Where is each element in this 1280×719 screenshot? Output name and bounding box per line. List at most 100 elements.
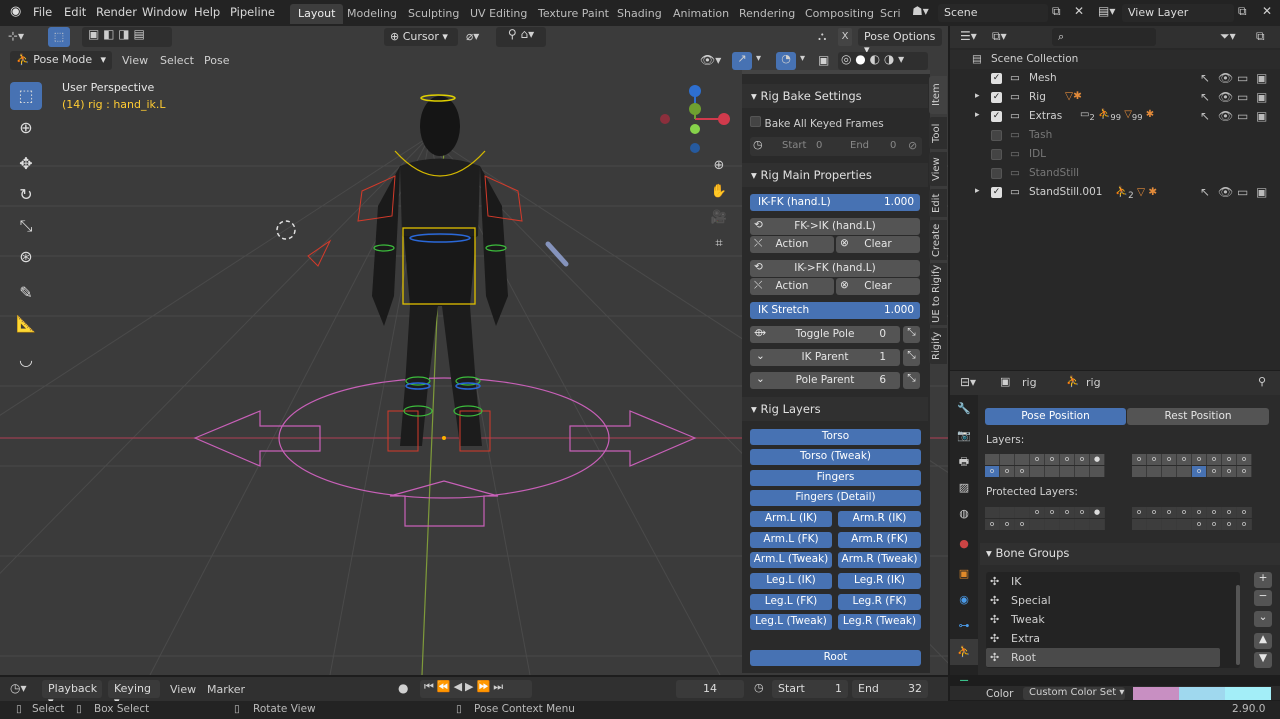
rig-layers-header[interactable]: ▾ Rig Layers (742, 397, 928, 421)
overlay-icon[interactable]: ◔ (776, 52, 796, 70)
layer-arm-r-fk-button[interactable]: Arm.R (FK) (838, 532, 921, 548)
add-group-button[interactable]: + (1254, 572, 1272, 588)
bake-all-checkbox[interactable] (750, 116, 761, 127)
list-item[interactable]: ✣ Special (986, 591, 1240, 610)
tash-checkbox[interactable] (991, 130, 1002, 141)
transform-orientation-icon[interactable]: ⌀▾ (466, 29, 479, 43)
mesh-checkbox[interactable]: ✓ (991, 73, 1002, 84)
new-collection-icon[interactable]: ⧉ (1256, 29, 1265, 44)
bake-all-checkbox-row[interactable]: Bake All Keyed Frames (750, 116, 926, 132)
tab-texture-paint[interactable]: Texture Paint (530, 4, 617, 24)
selection-mode-icons[interactable]: ▣ ◧ ◨ ▤ (82, 27, 172, 47)
scale-tool-icon[interactable]: ⤡ (10, 212, 42, 240)
fk-ik-action-button[interactable]: ⤬ Action (750, 236, 834, 253)
menu-help[interactable]: Help (194, 5, 220, 19)
record-icon[interactable]: ● (398, 681, 408, 695)
timeline-view-menu[interactable]: View (170, 683, 196, 696)
mode-dropdown[interactable]: ⛹ Pose Mode ▾ (10, 51, 112, 70)
blender-logo-icon[interactable]: ◉ (10, 4, 21, 19)
ik-fk-clear-button[interactable]: ⊗ Clear (836, 278, 920, 295)
camera-icon[interactable]: ▣ (1256, 109, 1267, 123)
scene-name-field[interactable]: Scene (938, 4, 1048, 22)
toggle-pole-field[interactable]: ⟴ Toggle Pole 0 (750, 326, 900, 343)
select-mode-icon[interactable]: ⬚ (48, 27, 70, 47)
output-tab-icon[interactable]: 🖶 (950, 449, 978, 475)
preview-range-icon[interactable]: ◷ (754, 681, 764, 694)
layer-root-button[interactable]: Root (750, 650, 921, 666)
menu-pipeline[interactable]: Pipeline (230, 5, 275, 19)
measure-tool-icon[interactable]: 📐 (10, 310, 42, 338)
visibility-icon[interactable]: 👁▾ (700, 53, 721, 67)
layer-leg-l-tweak-button[interactable]: Leg.L (Tweak) (750, 614, 832, 630)
ik-fk-slider[interactable]: IK-FK (hand.L) 1.000 (750, 194, 920, 211)
cursor-tool-icon[interactable]: ⊕ (10, 114, 42, 142)
menu-render[interactable]: Render (96, 5, 137, 19)
layer-arm-l-tweak-button[interactable]: Arm.L (Tweak) (750, 552, 832, 568)
tab-view[interactable]: View (929, 152, 947, 186)
bone-envelope-tool-icon[interactable]: ◡ (10, 346, 42, 374)
menu-pose[interactable]: Pose (204, 54, 229, 67)
gizmo-dropdown-icon[interactable]: ▾ (756, 53, 761, 64)
rotate-tool-icon[interactable]: ↻ (10, 181, 42, 209)
shading-mode-icons[interactable]: ◎ ● ◐ ◑ ▾ (838, 52, 928, 70)
outliner-editor-icon[interactable]: ☰▾ (960, 29, 977, 43)
ik-stretch-slider[interactable]: IK Stretch 1.000 (750, 302, 920, 319)
ik-parent-dropdown[interactable]: ⌄ IK Parent 1 (750, 349, 900, 366)
outliner-search-input[interactable]: ⌕ (1052, 28, 1156, 46)
timeline-editor-icon[interactable]: ◷▾ (10, 681, 27, 695)
tab-layout[interactable]: Layout (290, 4, 344, 24)
overlay-dropdown-icon[interactable]: ▾ (800, 53, 805, 64)
toggle-pole-snap-icon[interactable]: ⤡ (903, 326, 920, 343)
standstill-checkbox[interactable] (991, 168, 1002, 179)
viewport-icon[interactable]: ▭ (1237, 71, 1248, 85)
select-arrow-icon[interactable]: ↖ (1200, 90, 1210, 104)
tab-modeling[interactable]: Modeling (339, 4, 405, 24)
pivot-dropdown[interactable]: ⊕ Cursor ▾ (384, 28, 458, 46)
camera-icon[interactable]: ▣ (1256, 90, 1267, 104)
list-item[interactable]: ✣ Tweak (986, 610, 1240, 629)
viewport-icon[interactable]: ▭ (1237, 109, 1248, 123)
modifier-tab-icon[interactable]: ◉ (950, 587, 978, 613)
timeline-marker-menu[interactable]: Marker (207, 683, 245, 696)
perspective-grid-icon[interactable]: ⌗ (706, 236, 732, 262)
tab-uv-editing[interactable]: UV Editing (462, 4, 535, 24)
view-layer-icon[interactable]: ▤▾ (1098, 4, 1115, 18)
remove-group-button[interactable]: − (1254, 590, 1272, 606)
bone-groups-list[interactable]: ✣ IK ✣ Special ✣ Tweak ✣ Extra ✣ Root (986, 572, 1240, 668)
list-item[interactable]: ✣ IK (986, 572, 1240, 591)
eye-icon[interactable]: 👁 (1218, 185, 1233, 199)
color-swatch-select[interactable] (1179, 687, 1225, 700)
pan-hand-icon[interactable]: ✋ (706, 184, 732, 210)
layer-arm-l-ik-button[interactable]: Arm.L (IK) (750, 511, 832, 527)
ik-to-fk-button[interactable]: ⟲ IK->FK (hand.L) (750, 260, 920, 277)
fk-ik-clear-button[interactable]: ⊗ Clear (836, 236, 920, 253)
constraint-tab-icon[interactable]: ⊶ (950, 613, 978, 639)
menu-select[interactable]: Select (160, 54, 194, 67)
extras-checkbox[interactable]: ✓ (991, 111, 1002, 122)
snap-icon[interactable]: ⚲ ⌂▾ (496, 27, 546, 47)
layer-torso-button[interactable]: Torso (750, 429, 921, 445)
delete-view-layer-icon[interactable]: ✕ (1262, 4, 1272, 18)
playback-controls[interactable]: ⏮⏪◀▶⏩⏭ (420, 680, 532, 698)
select-arrow-icon[interactable]: ↖ (1200, 185, 1210, 199)
list-item[interactable]: ✣ Extra (986, 629, 1240, 648)
mirror-x-toggle[interactable]: X (838, 28, 852, 46)
gizmo-icon[interactable]: ↗ (732, 52, 752, 70)
color-set-dropdown[interactable]: Custom Color Set ▾ (1023, 687, 1125, 700)
tool-tab-icon[interactable]: 🔧 (950, 395, 978, 423)
layer-fingers-button[interactable]: Fingers (750, 470, 921, 486)
properties-editor-icon[interactable]: ⊟▾ (960, 375, 976, 389)
outliner-row[interactable]: ▤ Scene Collection (950, 50, 1280, 69)
pose-position-button[interactable]: Pose Position (985, 408, 1126, 425)
rig-main-header[interactable]: ▾ Rig Main Properties (742, 163, 928, 187)
camera-view-icon[interactable]: 🎥 (706, 210, 732, 236)
outliner-row[interactable]: ▸ ✓ ▭ StandStill.001 ⛹2 ▽ ✱ ↖ 👁 ▭ ▣ (950, 183, 1280, 202)
layer-torso-tweak-button[interactable]: Torso (Tweak) (750, 449, 921, 465)
zoom-icon[interactable]: ⊕ (706, 158, 732, 184)
rig-bake-header[interactable]: ▾ Rig Bake Settings (742, 84, 928, 108)
color-swatch-active[interactable] (1225, 687, 1271, 700)
tab-rigify[interactable]: Rigify (929, 328, 947, 364)
menu-file[interactable]: File (33, 5, 52, 19)
new-scene-icon[interactable]: ⧉ (1052, 4, 1061, 19)
playback-menu[interactable]: Playback ▾ (42, 680, 102, 708)
